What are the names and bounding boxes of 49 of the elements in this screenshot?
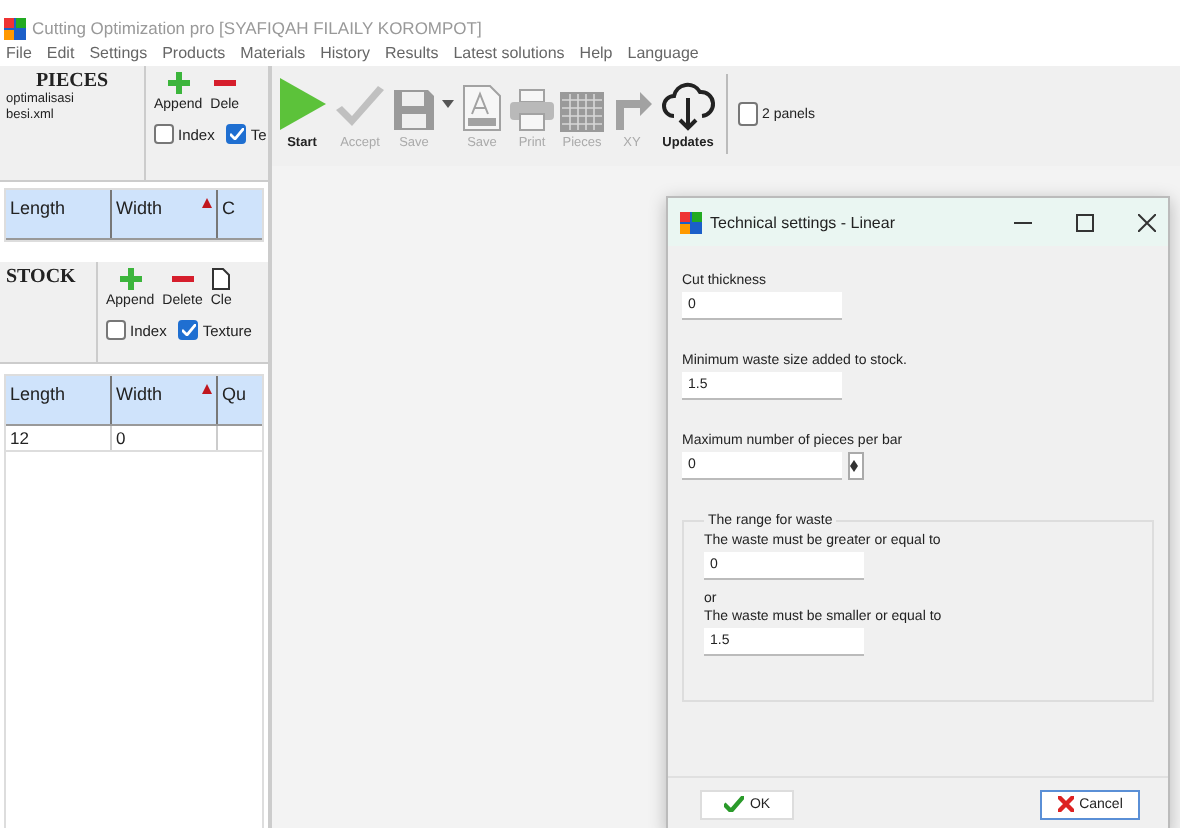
window-title: Cutting Optimization pro [SYAFIQAH FILAILY KOROMPOT]	[32, 18, 482, 38]
document-icon	[212, 268, 231, 290]
section-title: PIECES	[33, 70, 111, 92]
menu-item[interactable]: Help	[579, 44, 613, 62]
checkmark-icon	[723, 796, 744, 812]
sort-arrow-icon	[202, 384, 212, 394]
checkbox[interactable]	[106, 320, 126, 340]
check-icon	[181, 324, 196, 336]
column-header[interactable]: Length	[6, 190, 112, 238]
maximize-icon[interactable]	[1076, 213, 1094, 231]
plus-icon	[167, 72, 190, 94]
menu-item[interactable]: Products	[162, 44, 226, 62]
printer-icon	[508, 88, 556, 132]
document-icon	[462, 84, 502, 132]
app-logo-icon	[4, 17, 26, 39]
menu-item[interactable]: Edit	[46, 44, 75, 62]
column-header[interactable]: Length	[6, 376, 112, 424]
checkbox[interactable]	[226, 124, 247, 144]
column-header[interactable]: Width	[112, 376, 218, 424]
close-icon[interactable]	[1138, 213, 1156, 231]
menu-item[interactable]: Results	[385, 44, 439, 62]
table-cell: 12	[6, 426, 112, 450]
cloud-download-icon	[660, 80, 716, 132]
spin-down-icon	[850, 466, 858, 472]
app-logo-icon	[680, 211, 702, 233]
play-icon	[276, 76, 328, 132]
menu-item[interactable]: Materials	[240, 44, 306, 62]
menu-item[interactable]: Latest solutions	[453, 44, 565, 62]
section-title: STOCK	[6, 266, 76, 288]
menu-item[interactable]: Language	[627, 44, 699, 62]
spinner-control[interactable]	[848, 452, 864, 480]
table-grid-icon	[560, 92, 604, 132]
table-cell: 0	[112, 426, 218, 450]
checkbox[interactable]	[178, 320, 199, 340]
spin-up-icon	[850, 460, 858, 466]
menu-item[interactable]: Settings	[89, 44, 148, 62]
column-header[interactable]: C	[218, 190, 262, 238]
dialog-title: Technical settings - Linear	[710, 213, 897, 231]
check-icon	[229, 128, 244, 140]
plus-icon	[119, 268, 142, 290]
checkbox[interactable]	[738, 102, 758, 126]
sort-arrow-icon	[202, 198, 212, 208]
menu-item[interactable]: File	[6, 44, 32, 62]
menu-item[interactable]: History	[320, 44, 371, 62]
caret-icon	[442, 100, 454, 108]
column-header[interactable]: Qu	[218, 376, 262, 424]
column-header[interactable]: Width	[112, 190, 218, 238]
checkbox[interactable]	[154, 124, 174, 144]
x-icon	[1057, 796, 1074, 812]
